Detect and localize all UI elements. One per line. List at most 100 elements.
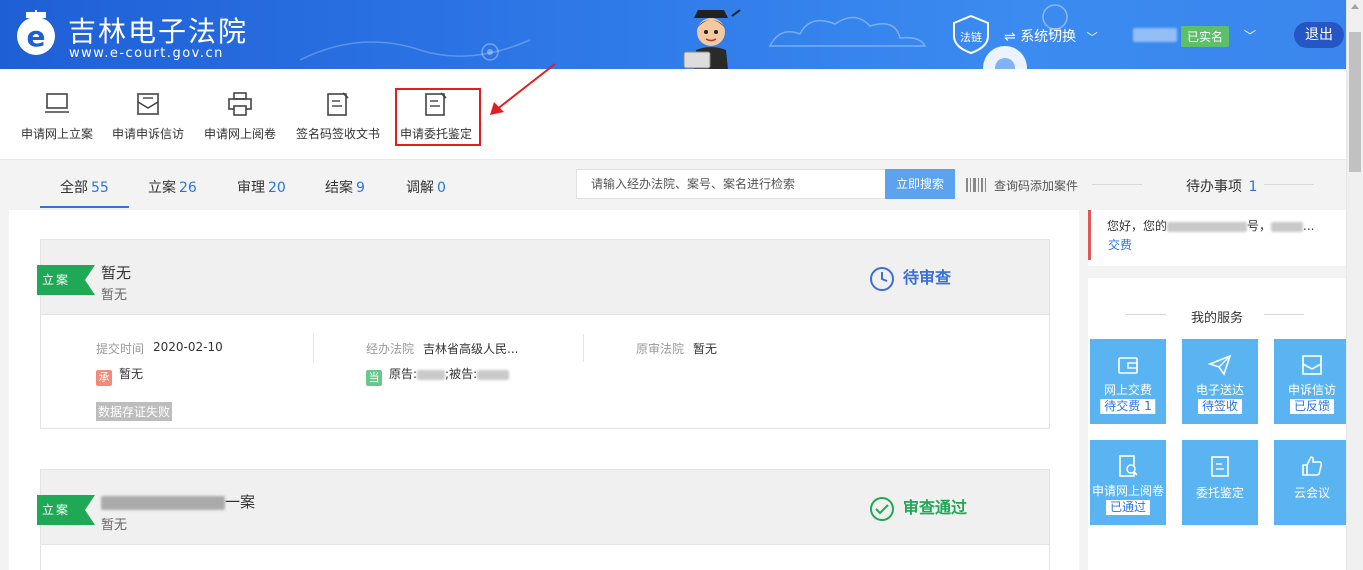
plaintiff-redacted [417, 369, 446, 380]
cloud-decoration [768, 16, 927, 47]
service-tile-petition[interactable]: 申诉信访 已反馈 [1274, 339, 1350, 424]
site-title[interactable]: 吉林电子法院 [68, 10, 248, 50]
tool-label: 签名码签收文书 [295, 127, 380, 141]
tab-label: 立案 [148, 180, 176, 196]
case-title[interactable]: 暂无 [101, 262, 131, 283]
service-tile-online-review[interactable]: 申请网上阅卷 已通过 [1090, 440, 1166, 525]
tab-label: 全部 [60, 180, 88, 196]
envelope-icon [137, 93, 159, 115]
check-circle-icon [870, 496, 894, 521]
handler-row: 承暂无 [96, 365, 143, 386]
query-code-label: 查询码添加案件 [994, 179, 1079, 193]
tab-count: 20 [268, 180, 286, 196]
tab-all[interactable]: 全部 55 [60, 177, 109, 197]
site-url: www.e-court.gov.cn [69, 46, 224, 61]
divider-line [1092, 184, 1142, 185]
sidebar-panel: 您好，您的 号，... 交费 我的服务 网上交费 待交费 1 电子送达 待签收 申… [1088, 210, 1350, 570]
scroll-up-arrow-icon[interactable] [1351, 4, 1359, 9]
law-chain-icon[interactable]: 法链 [950, 14, 992, 54]
case-title[interactable]: 一案 [101, 491, 255, 512]
tab-closed[interactable]: 结案 9 [325, 177, 365, 197]
field-divider [313, 334, 314, 362]
submit-time-label: 提交时间 [96, 342, 145, 356]
tab-label: 审理 [237, 180, 265, 196]
case-title-suffix: 一案 [225, 493, 256, 511]
case-number: 暂无 [101, 288, 128, 303]
section-gap [1088, 266, 1346, 278]
service-tile-e-delivery[interactable]: 电子送达 待签收 [1182, 339, 1258, 424]
file-search-icon [1119, 455, 1138, 477]
submit-time-value: 2020-02-10 [153, 340, 223, 354]
todo-title: 待办事项 [1186, 179, 1242, 195]
system-switch-label: 系统切换 [1020, 29, 1077, 45]
service-tile-cloud-meeting[interactable]: 云会议 [1274, 440, 1350, 525]
tile-name: 云会议 [1293, 486, 1330, 500]
logout-button[interactable]: 退出 [1294, 22, 1344, 48]
apply-online-filing-button[interactable]: 申请网上立案 [18, 69, 96, 160]
service-tile-online-payment[interactable]: 网上交费 待交费 1 [1090, 339, 1166, 424]
tile-name: 电子送达 [1195, 383, 1244, 397]
notice-prefix: 您好，您的 [1107, 219, 1168, 233]
switch-arrows-icon: ⇌ [1004, 29, 1016, 45]
todo-header: 待办事项 1 [1186, 176, 1257, 196]
tile-badge: 已反馈 [1289, 399, 1335, 414]
notice-redacted-1 [1167, 221, 1248, 232]
case-number: 暂无 [101, 518, 128, 533]
sign-code-receive-button[interactable]: 签名码签收文书 [292, 69, 384, 160]
tab-mediation[interactable]: 调解 0 [406, 177, 446, 197]
handler-badge: 承 [96, 370, 112, 386]
tab-count: 9 [356, 180, 365, 196]
clock-icon [870, 266, 894, 291]
document-sign-icon [327, 92, 349, 116]
apply-online-review-button[interactable]: 申请网上阅卷 [200, 69, 280, 160]
case-type-ribbon: 立案 [37, 495, 95, 525]
envelope-icon [1302, 355, 1322, 375]
tool-label: 申请申诉信访 [111, 127, 184, 141]
notice-end: ... [1303, 219, 1315, 233]
case-card[interactable]: 立案 一案 暂无 审查通过 [37, 469, 1050, 570]
tile-name: 委托鉴定 [1195, 486, 1244, 500]
divider-line [1264, 184, 1314, 185]
top-header: e 吉林电子法院 www.e-court.gov.cn 法链 ⇌ 系统切换 ﹀ … [0, 0, 1363, 69]
tab-trial[interactable]: 审理 20 [237, 177, 286, 197]
service-tile-appraisal[interactable]: 委托鉴定 [1182, 440, 1258, 525]
user-menu-chevron-icon[interactable]: ﹀ [1244, 27, 1256, 44]
defendant-label: ;被告: [445, 367, 478, 381]
original-court-value: 暂无 [693, 342, 718, 356]
my-services-title: 我的服务 [1190, 311, 1243, 326]
page-scrollbar[interactable] [1346, 0, 1363, 570]
apply-petition-button[interactable]: 申请申诉信访 [108, 69, 188, 160]
red-arrow-annotation [490, 63, 556, 115]
query-code-add-case-link[interactable]: 查询码添加案件 [966, 177, 1078, 194]
todo-notice[interactable]: 您好，您的 号，... 交费 [1088, 210, 1346, 260]
handler-value: 暂无 [119, 367, 144, 381]
case-type-ribbon: 立案 [37, 265, 95, 295]
tool-label: 申请网上阅卷 [203, 127, 276, 141]
case-status: 审查通过 [869, 494, 967, 522]
pay-fee-link[interactable]: 交费 [1108, 236, 1132, 253]
monitor-icon [45, 93, 69, 113]
case-status-text: 审查通过 [903, 498, 968, 517]
search-button[interactable]: 立即搜索 [885, 169, 955, 199]
evidence-fail-tag: 数据存证失败 [96, 402, 173, 421]
chevron-down-icon: ﹀ [1086, 31, 1098, 44]
svg-text:e: e [27, 20, 46, 53]
highlight-annotation-box [395, 88, 481, 146]
user-name-redacted[interactable] [1133, 28, 1177, 42]
case-search-input[interactable]: 请输入经办法院、案号、案名进行检索 [576, 169, 886, 199]
tab-filing[interactable]: 立案 26 [148, 177, 197, 197]
tab-label: 结案 [325, 180, 353, 196]
tile-name: 申诉信访 [1287, 383, 1336, 397]
divider-line [1264, 314, 1304, 315]
defendant-redacted [477, 369, 510, 380]
plaintiff-label: 原告: [389, 367, 418, 381]
system-switch[interactable]: ⇌ 系统切换 ﹀ [1004, 26, 1098, 46]
tile-name: 申请网上阅卷 [1091, 484, 1164, 498]
court-logo-icon: e [17, 10, 55, 55]
scroll-thumb[interactable] [1349, 32, 1361, 172]
case-card[interactable]: 立案 暂无 暂无 待审查 提交时间 2020-02-10 经办法院 吉林省高级人… [37, 239, 1050, 429]
parties-row: 当原告: ;被告: [366, 365, 510, 386]
case-filter-bar: 全部 55 立案 26 审理 20 结案 9 调解 0 请输入经办法院、案号、案名进行检索… [0, 160, 1346, 210]
tile-badge: 已通过 [1105, 500, 1151, 515]
original-court-label: 原审法院 [636, 342, 685, 356]
